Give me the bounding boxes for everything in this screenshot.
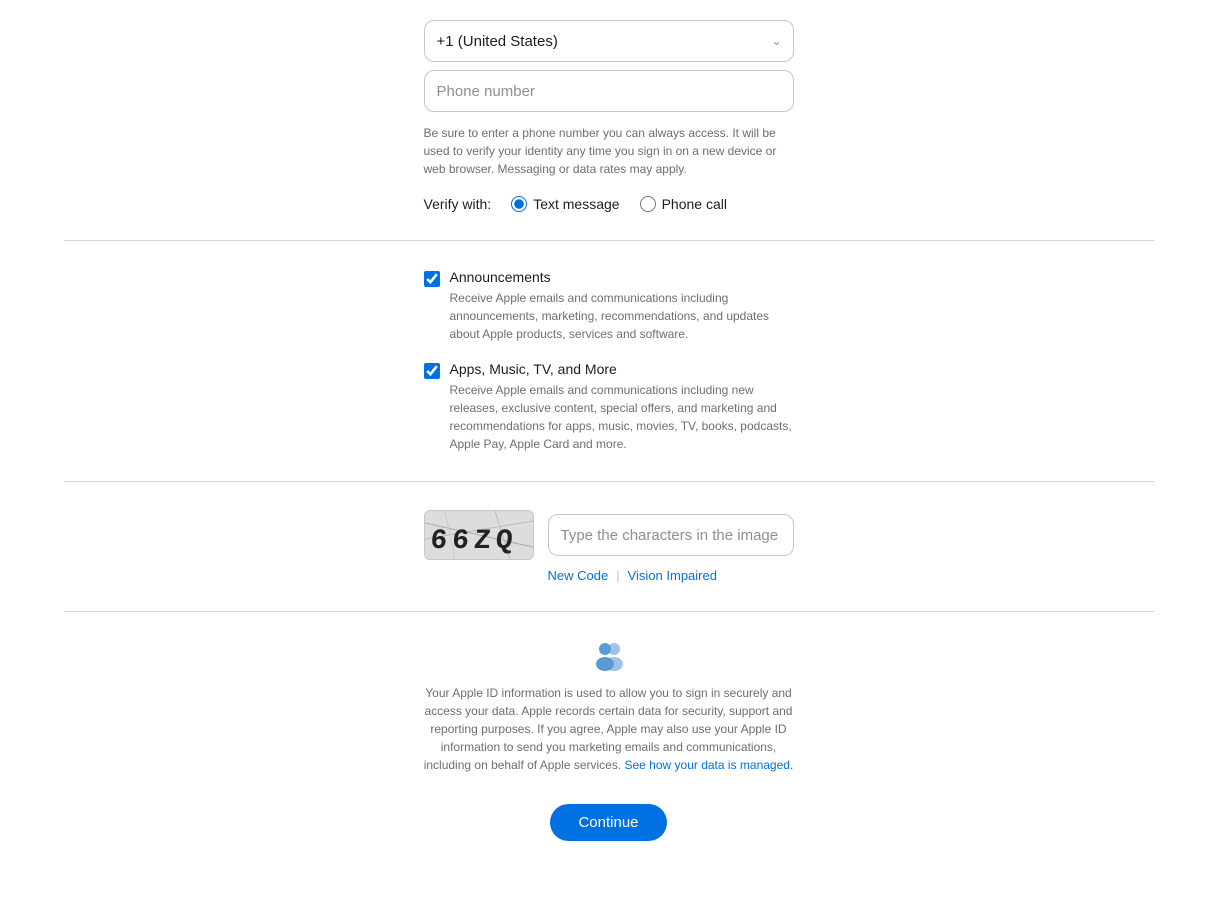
phone-call-label: Phone call (662, 196, 727, 212)
announcements-desc: Receive Apple emails and communications … (450, 289, 794, 343)
captcha-image: 66ZQ (424, 510, 534, 560)
phone-call-radio[interactable] (640, 196, 656, 212)
apps-music-item: Apps, Music, TV, and More Receive Apple … (424, 361, 794, 453)
new-code-link[interactable]: New Code (548, 568, 609, 583)
privacy-link[interactable]: See how your data is managed. (625, 758, 794, 772)
captcha-links: New Code | Vision Impaired (424, 568, 794, 583)
text-message-radio[interactable] (511, 196, 527, 212)
apps-music-title: Apps, Music, TV, and More (450, 361, 794, 377)
phone-hint: Be sure to enter a phone number you can … (424, 124, 794, 178)
announcements-text-group: Announcements Receive Apple emails and c… (450, 269, 794, 343)
captcha-input[interactable] (548, 514, 794, 556)
apps-music-desc: Receive Apple emails and communications … (450, 381, 794, 453)
privacy-area: Your Apple ID information is used to all… (424, 640, 794, 774)
announcements-area: Announcements Receive Apple emails and c… (424, 269, 794, 453)
country-select[interactable]: +1 (United States) +44 (United Kingdom) … (424, 20, 794, 62)
announcements-checkbox[interactable] (424, 271, 440, 287)
text-message-option[interactable]: Text message (511, 196, 619, 212)
verify-label: Verify with: (424, 196, 492, 212)
privacy-section: Your Apple ID information is used to all… (64, 612, 1154, 794)
captcha-section: 66ZQ New Code | Vision Impaired (64, 482, 1154, 612)
captcha-svg: 66ZQ (425, 511, 533, 559)
announcements-item: Announcements Receive Apple emails and c… (424, 269, 794, 343)
announcements-title: Announcements (450, 269, 794, 285)
phone-call-option[interactable]: Phone call (640, 196, 727, 212)
page-wrapper: +1 (United States) +44 (United Kingdom) … (0, 0, 1217, 921)
people-icon (589, 640, 629, 672)
phone-section: +1 (United States) +44 (United Kingdom) … (64, 0, 1154, 241)
continue-section: Continue (64, 794, 1154, 881)
country-select-wrapper[interactable]: +1 (United States) +44 (United Kingdom) … (424, 20, 794, 62)
captcha-link-separator: | (616, 568, 619, 583)
vision-impaired-link[interactable]: Vision Impaired (628, 568, 717, 583)
apps-music-checkbox[interactable] (424, 363, 440, 379)
phone-form-area: +1 (United States) +44 (United Kingdom) … (424, 20, 794, 212)
captcha-row: 66ZQ (424, 510, 794, 560)
apps-music-text-group: Apps, Music, TV, and More Receive Apple … (450, 361, 794, 453)
privacy-text: Your Apple ID information is used to all… (424, 684, 794, 774)
text-message-label: Text message (533, 196, 619, 212)
phone-input[interactable] (424, 70, 794, 112)
privacy-icon (589, 640, 629, 672)
continue-button[interactable]: Continue (550, 804, 666, 841)
svg-text:66ZQ: 66ZQ (428, 526, 518, 557)
verify-row: Verify with: Text message Phone call (424, 196, 794, 212)
captcha-area: 66ZQ New Code | Vision Impaired (424, 510, 794, 583)
main-content: +1 (United States) +44 (United Kingdom) … (64, 0, 1154, 921)
announcements-section: Announcements Receive Apple emails and c… (64, 241, 1154, 482)
